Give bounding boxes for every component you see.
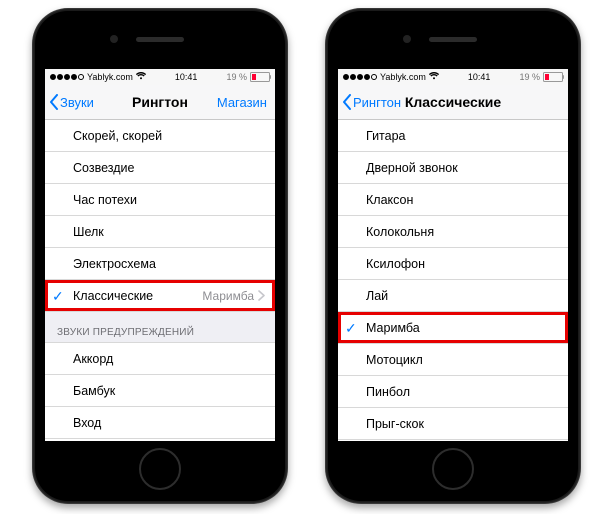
list-item-label: Колокольня [366, 225, 434, 239]
ear-speaker [429, 37, 477, 42]
list-item-label: Лай [366, 289, 388, 303]
nav-bar: Звуки Рингтон Магазин [45, 85, 275, 120]
list-item[interactable]: Час потехи [45, 184, 275, 216]
list-item[interactable]: Электросхема [45, 248, 275, 280]
signal-dots-icon [50, 74, 84, 80]
list-item[interactable]: Завершение [45, 439, 275, 441]
list-item-label: Дверной звонок [366, 161, 458, 175]
list-item-label: Пинбол [366, 385, 410, 399]
front-camera [110, 35, 118, 43]
nav-bar: Рингтон Классические [338, 85, 568, 120]
iphone-right: Yablyk.com 10:41 19 % [325, 8, 581, 504]
chevron-right-icon [258, 290, 265, 301]
list-item-label: Бамбук [73, 384, 115, 398]
list-item-label: Ксилофон [366, 257, 425, 271]
list-item-label: Клаксон [366, 193, 413, 207]
list-item-label: Вход [73, 416, 101, 430]
battery-icon [250, 72, 270, 82]
nav-title: Рингтон [132, 94, 188, 110]
list-item[interactable]: Скорей, скорей [45, 120, 275, 152]
right-screen: Yablyk.com 10:41 19 % [338, 69, 568, 441]
chevron-left-icon [49, 94, 59, 110]
wifi-icon [136, 72, 146, 82]
battery-text: 19 % [226, 72, 247, 82]
list-item[interactable]: Лай [338, 280, 568, 312]
front-camera [403, 35, 411, 43]
list-item[interactable]: Ксилофон [338, 248, 568, 280]
status-bar: Yablyk.com 10:41 19 % [338, 69, 568, 85]
list-item[interactable]: Шелк [45, 216, 275, 248]
list-item-label: Прыг-скок [366, 417, 424, 431]
signal-dots-icon [343, 74, 377, 80]
list-item[interactable]: Гитара [338, 120, 568, 152]
checkmark-icon: ✓ [52, 289, 64, 303]
wifi-icon [429, 72, 439, 82]
battery-icon [543, 72, 563, 82]
list-item[interactable]: ✓ Маримба [338, 312, 568, 344]
list-item-label: Классические [73, 289, 153, 303]
list-item[interactable]: Прыг-скок [338, 408, 568, 440]
store-link[interactable]: Магазин [217, 95, 267, 110]
list-item[interactable]: Колокольня [338, 216, 568, 248]
ringtone-list: Скорей, скорей Созвездие Час потехи Шелк Эле… [45, 120, 275, 441]
back-label: Звуки [60, 95, 94, 110]
left-screen: Yablyk.com 10:41 19 % [45, 69, 275, 441]
list-item-label: Шелк [73, 225, 104, 239]
list-item[interactable]: Мотоцикл [338, 344, 568, 376]
checkmark-icon: ✓ [345, 321, 357, 335]
list-item-label: Аккорд [73, 352, 113, 366]
home-button[interactable] [139, 448, 181, 490]
list-item[interactable]: Пинбол [338, 376, 568, 408]
status-bar: Yablyk.com 10:41 19 % [45, 69, 275, 85]
list-item[interactable]: Созвездие [45, 152, 275, 184]
list-item-label: Созвездие [73, 161, 134, 175]
screenshot-stage: Yablyk.com 10:41 19 % [0, 0, 610, 514]
list-item[interactable]: Аккорд [45, 343, 275, 375]
list-item-label: Скорей, скорей [73, 129, 162, 143]
list-item[interactable]: Вход [45, 407, 275, 439]
list-item[interactable]: Дверной звонок [338, 152, 568, 184]
ear-speaker [136, 37, 184, 42]
iphone-left: Yablyk.com 10:41 19 % [32, 8, 288, 504]
back-button[interactable]: Звуки [49, 94, 94, 110]
nav-title: Классические [405, 94, 501, 110]
carrier-label: Yablyk.com [87, 72, 133, 82]
clock-label: 10:41 [468, 72, 491, 82]
list-item-label: Электросхема [73, 257, 156, 271]
carrier-label: Yablyk.com [380, 72, 426, 82]
chevron-left-icon [342, 94, 352, 110]
home-button[interactable] [432, 448, 474, 490]
classic-list: Гитара Дверной звонок Клаксон Колокольня Кси… [338, 120, 568, 441]
row-value: Маримба [202, 289, 265, 303]
clock-label: 10:41 [175, 72, 198, 82]
list-item[interactable]: ✓ Классические Маримба [45, 280, 275, 312]
list-item-label: Маримба [366, 321, 420, 335]
back-button[interactable]: Рингтон [342, 94, 401, 110]
list-item[interactable]: Робот [338, 440, 568, 441]
list-item[interactable]: Бамбук [45, 375, 275, 407]
section-header-alerts: ЗВУКИ ПРЕДУПРЕЖДЕНИЙ [45, 312, 275, 343]
list-item-label: Час потехи [73, 193, 137, 207]
list-item-label: Мотоцикл [366, 353, 423, 367]
list-item[interactable]: Клаксон [338, 184, 568, 216]
back-label: Рингтон [353, 95, 401, 110]
battery-text: 19 % [519, 72, 540, 82]
list-item-label: Гитара [366, 129, 406, 143]
